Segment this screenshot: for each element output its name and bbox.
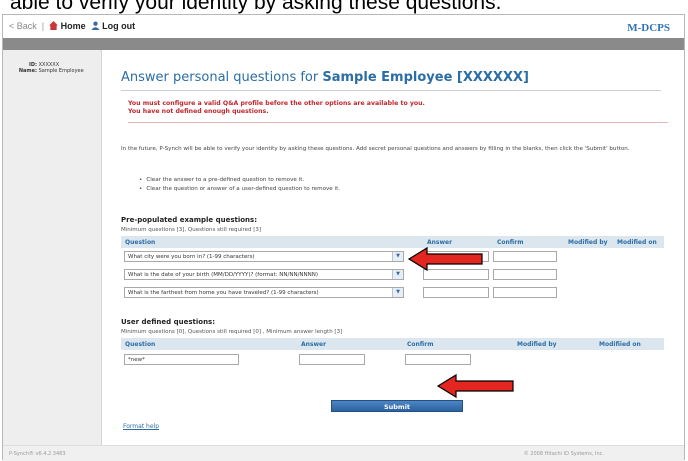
question-row: What is the date of your birth (MM/DD/YY… bbox=[121, 268, 664, 282]
confirm-input[interactable] bbox=[493, 269, 557, 280]
home-icon bbox=[49, 21, 59, 30]
brand-logo: M-DCPS bbox=[627, 22, 670, 34]
column-modified-by: Modified by bbox=[517, 341, 557, 348]
userdefined-subtitle: Minimum questions [0], Questions still r… bbox=[121, 329, 343, 335]
question-row: What is the farthest from home you have … bbox=[121, 286, 664, 300]
question-row: What city were you born in? (1-99 charac… bbox=[121, 250, 664, 264]
answer-input[interactable] bbox=[299, 354, 365, 365]
page-title-name: Sample Employee [XXXXXX] bbox=[322, 70, 529, 85]
user-icon bbox=[91, 21, 100, 30]
browser-frame: < Back | Home Log out M-DCPS ID: XXXXXX … bbox=[2, 14, 685, 461]
chevron-down-icon[interactable]: ▼ bbox=[392, 270, 403, 279]
annotation-arrow-icon bbox=[436, 373, 514, 399]
prepopulated-subtitle: Minimum questions [3], Questions still r… bbox=[121, 227, 262, 233]
footer: P-Synch® v6.4.2.3483 © 2008 Hitachi ID S… bbox=[3, 445, 684, 461]
answer-input[interactable] bbox=[423, 287, 489, 298]
question-select-value: What is the date of your birth (MM/DD/YY… bbox=[128, 272, 319, 278]
logout-link[interactable]: Log out bbox=[91, 21, 136, 31]
userdefined-title: User defined questions: bbox=[121, 318, 216, 326]
question-select-value: What city were you born in? (1-99 charac… bbox=[128, 254, 255, 260]
confirm-input[interactable] bbox=[493, 287, 557, 298]
top-navigation-bar: < Back | Home Log out M-DCPS bbox=[3, 15, 684, 38]
question-select[interactable]: What is the farthest from home you have … bbox=[124, 287, 404, 298]
confirm-input[interactable] bbox=[405, 354, 471, 365]
footer-version: P-Synch® v6.4.2.3483 bbox=[9, 451, 66, 457]
nav-separator: | bbox=[41, 21, 45, 31]
error-alert: You must configure a valid Q&A profile b… bbox=[128, 100, 668, 123]
annotation-arrow-icon bbox=[407, 246, 483, 272]
chevron-down-icon[interactable]: ▼ bbox=[392, 252, 403, 261]
question-select[interactable]: What city were you born in? (1-99 charac… bbox=[124, 251, 404, 262]
column-confirm: Confirm bbox=[407, 341, 434, 348]
instruction-list: Clear the answer to a pre-defined questi… bbox=[139, 176, 340, 194]
alert-line-2: You have not defined enough questions. bbox=[128, 108, 269, 115]
page-title: Answer personal questions for Sample Emp… bbox=[121, 70, 529, 85]
instruction-item: Clear the answer to a pre-defined questi… bbox=[139, 176, 340, 185]
logout-label: Log out bbox=[102, 21, 136, 31]
custom-question-input[interactable]: *new* bbox=[124, 354, 239, 365]
user-question-row: *new* bbox=[121, 353, 664, 367]
prepopulated-table-header: Question Answer Confirm Modified by Modi… bbox=[121, 236, 664, 248]
chevron-down-icon[interactable]: ▼ bbox=[392, 288, 403, 297]
column-modified-on: Modified on bbox=[617, 239, 657, 246]
document-caption: able to verify your identity by asking t… bbox=[10, 0, 502, 14]
back-label: Back bbox=[16, 21, 37, 31]
question-select[interactable]: What is the date of your birth (MM/DD/YY… bbox=[124, 269, 404, 280]
header-divider-bar bbox=[3, 38, 684, 50]
name-value: Sample Employee bbox=[38, 68, 84, 74]
footer-copyright: © 2008 Hitachi ID Systems, Inc. bbox=[523, 451, 604, 457]
sidebar: ID: XXXXXX Name: Sample Employee bbox=[3, 50, 102, 445]
column-modified-on: Modifiied on bbox=[599, 341, 641, 348]
intro-text: In the future, P-Synch will be able to v… bbox=[121, 146, 630, 152]
column-question: Question bbox=[125, 341, 156, 348]
column-question: Question bbox=[125, 239, 156, 246]
column-answer: Answer bbox=[427, 239, 453, 246]
submit-button[interactable]: Submit bbox=[331, 400, 463, 412]
alert-line-1: You must configure a valid Q&A profile b… bbox=[128, 100, 425, 107]
main-content: Answer personal questions for Sample Emp… bbox=[113, 50, 673, 445]
name-label: Name: bbox=[18, 68, 37, 74]
userdefined-table-header: Question Answer Confirm Modified by Modi… bbox=[121, 338, 664, 350]
column-confirm: Confirm bbox=[497, 239, 524, 246]
confirm-input[interactable] bbox=[493, 251, 557, 262]
back-link[interactable]: < Back bbox=[9, 21, 37, 31]
sidebar-name-row: Name: Sample Employee bbox=[9, 68, 99, 74]
instruction-item: Clear the question or answer of a user-d… bbox=[139, 185, 340, 194]
prepopulated-title: Pre-populated example questions: bbox=[121, 216, 258, 224]
format-help-link[interactable]: Format help bbox=[123, 423, 159, 430]
column-modified-by: Modified by bbox=[568, 239, 608, 246]
column-answer: Answer bbox=[301, 341, 327, 348]
question-select-value: What is the farthest from home you have … bbox=[128, 290, 319, 296]
home-label: Home bbox=[60, 21, 86, 31]
home-link[interactable]: Home bbox=[49, 21, 86, 31]
title-divider bbox=[121, 90, 661, 91]
page-title-prefix: Answer personal questions for bbox=[121, 70, 319, 85]
